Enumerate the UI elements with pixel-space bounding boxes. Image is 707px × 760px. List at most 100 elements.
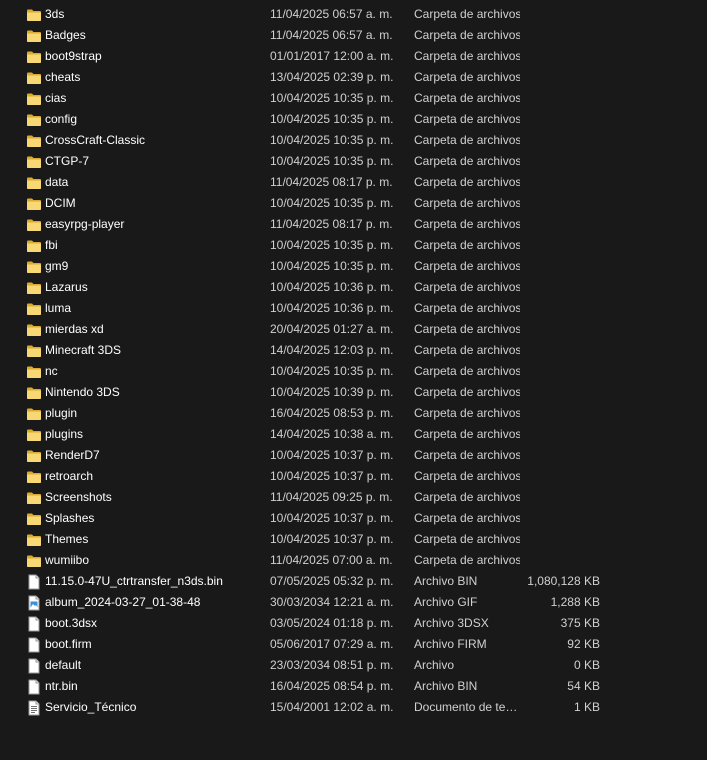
file-date-modified: 11/04/2025 06:57 a. m. bbox=[270, 28, 393, 42]
file-row[interactable]: ntr.bin 16/04/2025 08:54 p. m. Archivo B… bbox=[0, 676, 707, 697]
file-row[interactable]: boot9strap 01/01/2017 12:00 a. m. Carpet… bbox=[0, 46, 707, 67]
folder-icon bbox=[26, 196, 42, 212]
file-icon bbox=[26, 637, 42, 653]
file-type: Carpeta de archivos bbox=[414, 301, 520, 315]
file-type: Carpeta de archivos bbox=[414, 91, 520, 105]
file-type: Carpeta de archivos bbox=[414, 511, 520, 525]
folder-icon bbox=[26, 133, 42, 149]
folder-icon bbox=[26, 154, 42, 170]
folder-icon bbox=[26, 7, 42, 23]
file-row[interactable]: gm9 10/04/2025 10:35 p. m. Carpeta de ar… bbox=[0, 256, 707, 277]
file-type: Archivo bbox=[414, 658, 455, 672]
file-name: plugin bbox=[45, 406, 78, 420]
file-name: Themes bbox=[45, 532, 89, 546]
file-date-modified: 11/04/2025 06:57 a. m. bbox=[270, 7, 393, 21]
file-row[interactable]: Splashes 10/04/2025 10:37 p. m. Carpeta … bbox=[0, 508, 707, 529]
file-row[interactable]: boot.3dsx 03/05/2024 01:18 p. m. Archivo… bbox=[0, 613, 707, 634]
file-size: 54 KB bbox=[567, 679, 600, 693]
file-row[interactable]: plugins 14/04/2025 10:38 a. m. Carpeta d… bbox=[0, 424, 707, 445]
file-row[interactable]: RenderD7 10/04/2025 10:37 p. m. Carpeta … bbox=[0, 445, 707, 466]
folder-icon bbox=[26, 343, 42, 359]
file-name: Minecraft 3DS bbox=[45, 343, 122, 357]
file-row[interactable]: boot.firm 05/06/2017 07:29 a. m. Archivo… bbox=[0, 634, 707, 655]
file-row[interactable]: data 11/04/2025 08:17 p. m. Carpeta de a… bbox=[0, 172, 707, 193]
file-row[interactable]: luma 10/04/2025 10:36 p. m. Carpeta de a… bbox=[0, 298, 707, 319]
file-row[interactable]: Lazarus 10/04/2025 10:36 p. m. Carpeta d… bbox=[0, 277, 707, 298]
file-date-modified: 03/05/2024 01:18 p. m. bbox=[270, 616, 394, 630]
file-row[interactable]: DCIM 10/04/2025 10:35 p. m. Carpeta de a… bbox=[0, 193, 707, 214]
file-row[interactable]: Nintendo 3DS 10/04/2025 10:39 p. m. Carp… bbox=[0, 382, 707, 403]
file-type: Documento de te… bbox=[414, 700, 518, 714]
file-date-modified: 10/04/2025 10:35 p. m. bbox=[270, 196, 394, 210]
folder-icon bbox=[26, 301, 42, 317]
file-type: Carpeta de archivos bbox=[414, 385, 520, 399]
file-name: boot9strap bbox=[45, 49, 102, 63]
folder-icon bbox=[26, 553, 42, 569]
file-row[interactable]: Badges 11/04/2025 06:57 a. m. Carpeta de… bbox=[0, 25, 707, 46]
file-name: cheats bbox=[45, 70, 81, 84]
file-row[interactable]: fbi 10/04/2025 10:35 p. m. Carpeta de ar… bbox=[0, 235, 707, 256]
file-name: plugins bbox=[45, 427, 84, 441]
file-row[interactable]: 3ds 11/04/2025 06:57 a. m. Carpeta de ar… bbox=[0, 4, 707, 25]
file-name: retroarch bbox=[45, 469, 94, 483]
file-date-modified: 11/04/2025 08:17 p. m. bbox=[270, 175, 393, 189]
file-name: Splashes bbox=[45, 511, 95, 525]
file-name: wumiibo bbox=[45, 553, 90, 567]
file-row[interactable]: cheats 13/04/2025 02:39 p. m. Carpeta de… bbox=[0, 67, 707, 88]
file-date-modified: 10/04/2025 10:35 p. m. bbox=[270, 133, 394, 147]
file-name: boot.firm bbox=[45, 637, 92, 651]
file-row[interactable]: default 23/03/2034 08:51 p. m. Archivo 0… bbox=[0, 655, 707, 676]
file-date-modified: 10/04/2025 10:36 p. m. bbox=[270, 301, 394, 315]
file-row[interactable]: Minecraft 3DS 14/04/2025 12:03 p. m. Car… bbox=[0, 340, 707, 361]
file-row[interactable]: cias 10/04/2025 10:35 p. m. Carpeta de a… bbox=[0, 88, 707, 109]
file-type: Carpeta de archivos bbox=[414, 7, 520, 21]
file-row[interactable]: 11.15.0-47U_ctrtransfer_n3ds.bin 07/05/2… bbox=[0, 571, 707, 592]
file-size: 1,080,128 KB bbox=[527, 574, 600, 588]
file-type: Carpeta de archivos bbox=[414, 343, 520, 357]
folder-icon bbox=[26, 511, 42, 527]
file-row[interactable]: CTGP-7 10/04/2025 10:35 p. m. Carpeta de… bbox=[0, 151, 707, 172]
file-row[interactable]: retroarch 10/04/2025 10:37 p. m. Carpeta… bbox=[0, 466, 707, 487]
file-date-modified: 11/04/2025 07:00 a. m. bbox=[270, 553, 393, 567]
folder-icon bbox=[26, 448, 42, 464]
file-type: Carpeta de archivos bbox=[414, 490, 520, 504]
file-name: Badges bbox=[45, 28, 86, 42]
file-row[interactable]: CrossCraft-Classic 10/04/2025 10:35 p. m… bbox=[0, 130, 707, 151]
file-name: default bbox=[45, 658, 82, 672]
file-date-modified: 20/04/2025 01:27 a. m. bbox=[270, 322, 394, 336]
file-name: easyrpg-player bbox=[45, 217, 125, 231]
file-name: mierdas xd bbox=[45, 322, 104, 336]
file-row[interactable]: config 10/04/2025 10:35 p. m. Carpeta de… bbox=[0, 109, 707, 130]
file-row[interactable]: album_2024-03-27_01-38-48 30/03/2034 12:… bbox=[0, 592, 707, 613]
file-type: Carpeta de archivos bbox=[414, 70, 520, 84]
file-date-modified: 11/04/2025 09:25 p. m. bbox=[270, 490, 393, 504]
file-date-modified: 07/05/2025 05:32 p. m. bbox=[270, 574, 394, 588]
file-row[interactable]: Servicio_Técnico 15/04/2001 12:02 a. m. … bbox=[0, 697, 707, 718]
file-name: RenderD7 bbox=[45, 448, 100, 462]
file-date-modified: 30/03/2034 12:21 a. m. bbox=[270, 595, 394, 609]
folder-icon bbox=[26, 112, 42, 128]
file-type: Carpeta de archivos bbox=[414, 322, 520, 336]
folder-icon bbox=[26, 364, 42, 380]
folder-icon bbox=[26, 238, 42, 254]
file-row[interactable]: mierdas xd 20/04/2025 01:27 a. m. Carpet… bbox=[0, 319, 707, 340]
file-row[interactable]: Screenshots 11/04/2025 09:25 p. m. Carpe… bbox=[0, 487, 707, 508]
file-type: Carpeta de archivos bbox=[414, 133, 520, 147]
file-type: Carpeta de archivos bbox=[414, 469, 520, 483]
file-date-modified: 16/04/2025 08:53 p. m. bbox=[270, 406, 394, 420]
file-row[interactable]: plugin 16/04/2025 08:53 p. m. Carpeta de… bbox=[0, 403, 707, 424]
file-name: luma bbox=[45, 301, 72, 315]
file-date-modified: 01/01/2017 12:00 a. m. bbox=[270, 49, 394, 63]
folder-icon bbox=[26, 217, 42, 233]
file-row[interactable]: Themes 10/04/2025 10:37 p. m. Carpeta de… bbox=[0, 529, 707, 550]
file-row[interactable]: nc 10/04/2025 10:35 p. m. Carpeta de arc… bbox=[0, 361, 707, 382]
file-name: Screenshots bbox=[45, 490, 112, 504]
file-type: Archivo FIRM bbox=[414, 637, 487, 651]
file-date-modified: 10/04/2025 10:35 p. m. bbox=[270, 154, 394, 168]
file-type: Carpeta de archivos bbox=[414, 406, 520, 420]
folder-icon bbox=[26, 322, 42, 338]
file-row[interactable]: wumiibo 11/04/2025 07:00 a. m. Carpeta d… bbox=[0, 550, 707, 571]
folder-icon bbox=[26, 385, 42, 401]
folder-icon bbox=[26, 280, 42, 296]
file-row[interactable]: easyrpg-player 11/04/2025 08:17 p. m. Ca… bbox=[0, 214, 707, 235]
